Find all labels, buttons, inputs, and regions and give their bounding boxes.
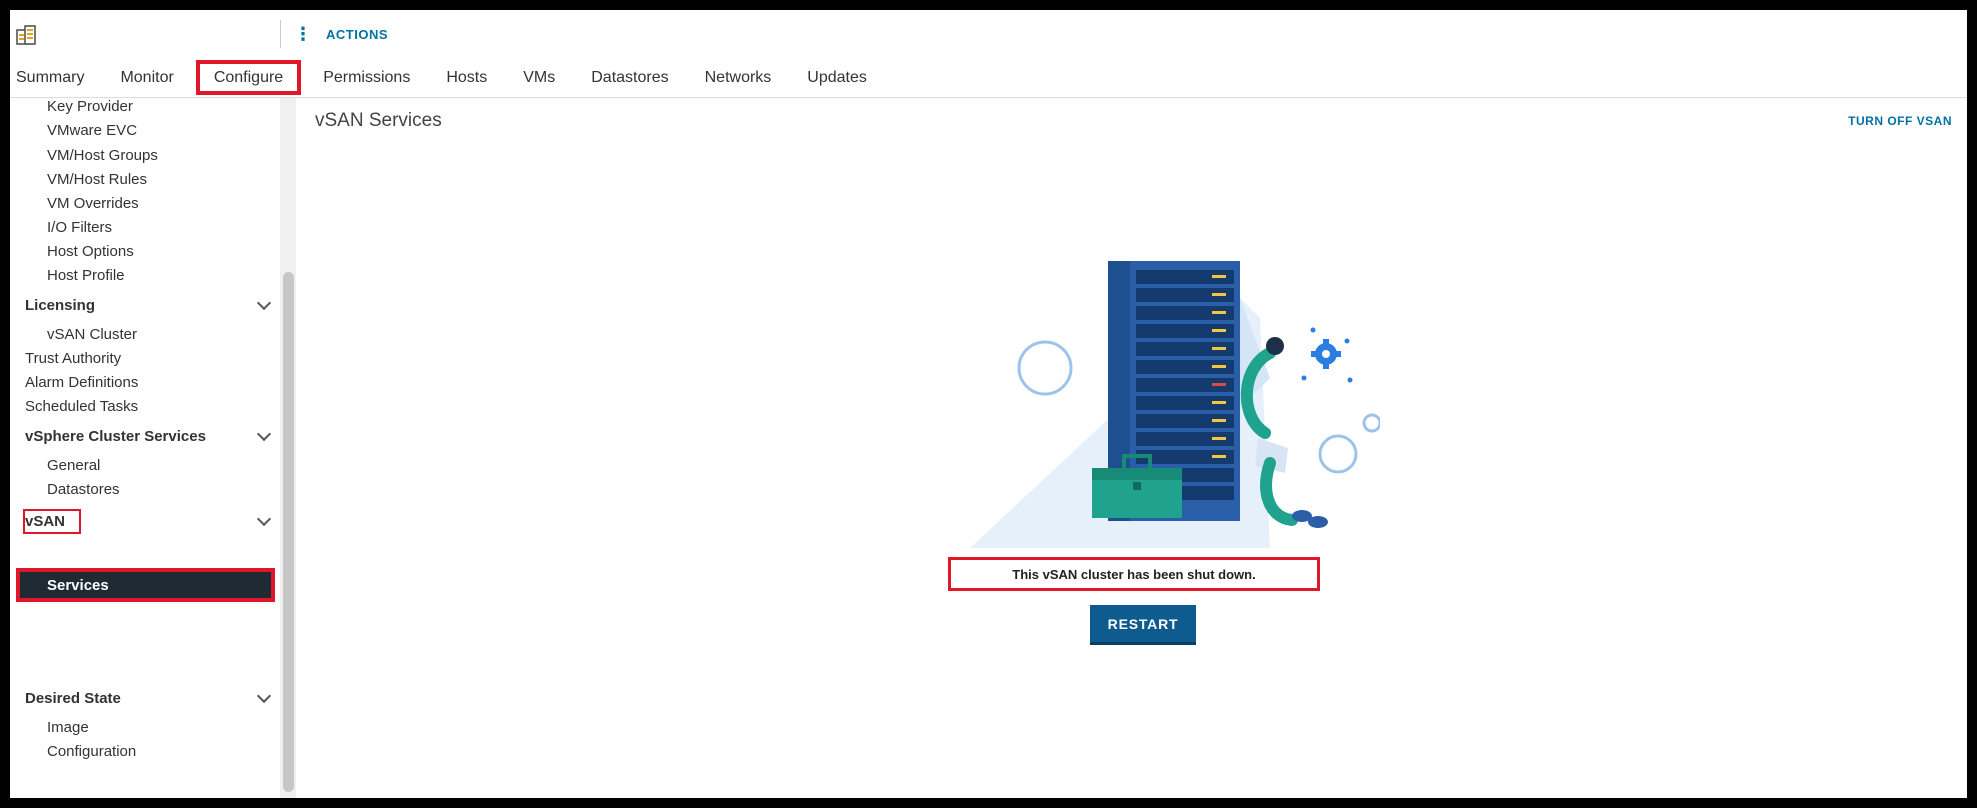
cluster-icon [14, 22, 42, 46]
sidebar-group-label: Desired State [25, 690, 121, 707]
page-title: vSAN Services [315, 110, 442, 131]
sidebar-item-io-filters[interactable]: I/O Filters [47, 219, 112, 236]
sidebar-item-vm-host-rules[interactable]: VM/Host Rules [47, 171, 147, 188]
sidebar-item-vm-host-groups[interactable]: VM/Host Groups [47, 147, 158, 164]
sidebar-item-key-provider[interactable]: Key Provider [47, 98, 133, 115]
tab-configure[interactable]: Configure [195, 60, 302, 95]
sidebar-item-host-options[interactable]: Host Options [47, 243, 134, 260]
sidebar-item-vm-overrides[interactable]: VM Overrides [47, 195, 139, 212]
tab-hosts[interactable]: Hosts [428, 58, 505, 97]
chevron-down-icon [256, 426, 272, 441]
tab-bar: Summary Monitor Configure Permissions Ho… [10, 58, 1967, 98]
sidebar-item-alarm-definitions[interactable]: Alarm Definitions [25, 374, 138, 391]
header-divider [280, 20, 281, 48]
sidebar-group-desired-state[interactable]: Desired State [25, 688, 275, 707]
chevron-down-icon [256, 511, 272, 526]
sidebar-item-services[interactable]: Services [16, 568, 275, 602]
tab-summary[interactable]: Summary [10, 58, 102, 97]
app-window: ⋮ ACTIONS Summary Monitor Configure Perm… [10, 10, 1967, 798]
sidebar-lower: Desired State Image Configuration [10, 688, 288, 798]
sidebar-item-vmware-evc[interactable]: VMware EVC [47, 122, 137, 139]
sidebar-item-datastores[interactable]: Datastores [47, 481, 120, 498]
sidebar-group-label: vSphere Cluster Services [25, 428, 206, 445]
restart-button[interactable]: RESTART [1090, 605, 1196, 645]
object-header: ⋮ ACTIONS [10, 10, 1967, 58]
sidebar-item-scheduled-tasks[interactable]: Scheduled Tasks [25, 398, 138, 415]
sidebar-group-label: vSAN [22, 509, 82, 534]
sidebar-item-general[interactable]: General [47, 457, 100, 474]
tab-permissions[interactable]: Permissions [305, 58, 428, 97]
main-panel: vSAN Services TURN OFF VSAN This vSAN cl… [300, 98, 1967, 798]
shutdown-message-box: This vSAN cluster has been shut down. [948, 557, 1320, 591]
sidebar-item-configuration[interactable]: Configuration [47, 743, 136, 760]
actions-button[interactable]: ⋮ ACTIONS [294, 22, 388, 46]
tab-vms[interactable]: VMs [505, 58, 573, 97]
server-maintenance-illustration [940, 258, 1382, 548]
sidebar-group-vsan[interactable]: vSAN [22, 509, 275, 534]
sidebar-group-label: Licensing [25, 297, 96, 314]
kebab-icon: ⋮ [294, 24, 312, 44]
tab-networks[interactable]: Networks [687, 58, 790, 97]
sidebar-item-vsan-cluster[interactable]: vSAN Cluster [47, 326, 137, 343]
shutdown-message: This vSAN cluster has been shut down. [1012, 566, 1256, 582]
tab-monitor[interactable]: Monitor [102, 58, 191, 97]
sidebar-scrollbar-thumb[interactable] [283, 272, 294, 792]
sidebar-item-host-profile[interactable]: Host Profile [47, 267, 125, 284]
chevron-down-icon [256, 688, 272, 703]
tab-datastores[interactable]: Datastores [573, 58, 686, 97]
tab-updates[interactable]: Updates [789, 58, 885, 97]
sidebar-group-licensing[interactable]: Licensing [25, 295, 275, 314]
turn-off-vsan-link[interactable]: TURN OFF VSAN [1848, 114, 1952, 128]
actions-label: ACTIONS [326, 26, 388, 42]
sidebar-group-vsphere-cluster-services[interactable]: vSphere Cluster Services [25, 426, 275, 445]
sidebar-item-trust-authority[interactable]: Trust Authority [25, 350, 121, 367]
object-name [48, 18, 266, 48]
chevron-down-icon [256, 295, 272, 310]
sidebar-item-image[interactable]: Image [47, 719, 89, 736]
